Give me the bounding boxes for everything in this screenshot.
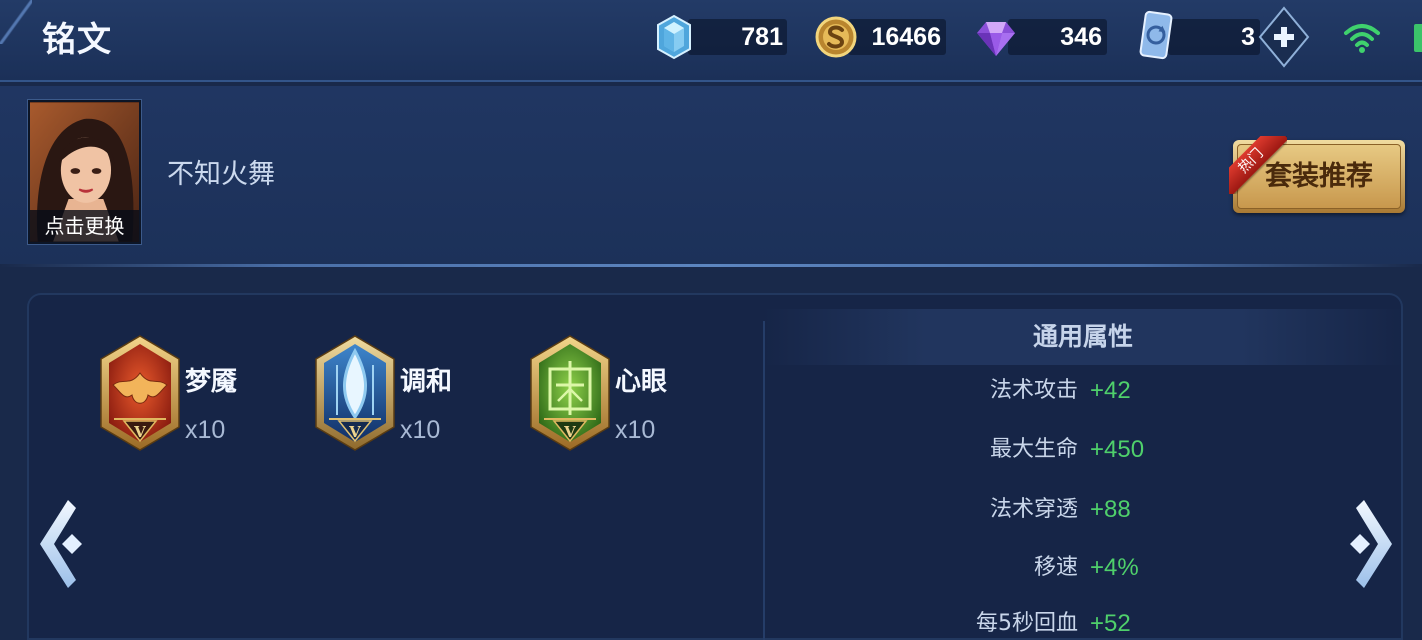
- stat-row: 法术穿透 +88: [878, 495, 1198, 525]
- stat-row: 移速 +4%: [878, 553, 1198, 583]
- section-divider: [0, 264, 1422, 267]
- hot-badge: 热门: [1229, 136, 1287, 194]
- stat-label: 法术攻击: [989, 378, 1078, 403]
- header-bevel: [0, 0, 32, 44]
- prev-page-button[interactable]: [38, 500, 84, 588]
- inscription-count: x10: [400, 416, 441, 444]
- next-page-button[interactable]: [1348, 500, 1394, 588]
- inscription-name: 心眼: [615, 367, 668, 397]
- stat-row: 每5秒回血 +52: [878, 609, 1198, 639]
- inscription-count: x10: [185, 416, 226, 444]
- diamond-icon: [974, 15, 1018, 59]
- stat-value: +42: [1090, 377, 1131, 404]
- stat-value: +4%: [1090, 554, 1139, 581]
- panel-divider: [763, 321, 765, 640]
- wifi-icon: [1343, 22, 1381, 54]
- inscription-level: V: [134, 423, 146, 441]
- card-balance: 3: [1168, 19, 1260, 55]
- crystal-icon: [656, 14, 692, 60]
- chevron-left-icon: [40, 500, 82, 588]
- inscription-item[interactable]: V 心眼 x10: [530, 335, 730, 451]
- page-title: 铭文: [42, 20, 112, 60]
- stat-row: 最大生命 +450: [878, 435, 1198, 465]
- battery-icon: [1414, 24, 1422, 52]
- stats-header: 通用属性: [763, 309, 1403, 365]
- stats-title: 通用属性: [1032, 322, 1133, 351]
- card-icon: [1137, 8, 1175, 62]
- stat-value: +88: [1090, 496, 1131, 523]
- inscription-item[interactable]: V 调和 x10: [315, 335, 515, 451]
- inscription-level: V: [564, 423, 576, 441]
- crystal-balance: 781: [688, 19, 787, 55]
- stat-value: +52: [1090, 610, 1131, 637]
- stat-label: 法术穿透: [989, 497, 1078, 522]
- gold-balance: 16466: [848, 19, 946, 55]
- stat-label: 移速: [1033, 555, 1078, 580]
- inscription-name: 梦魇: [185, 367, 238, 397]
- plus-icon: [1258, 6, 1310, 68]
- stat-label: 每5秒回血: [976, 611, 1078, 636]
- stat-label: 最大生命: [989, 437, 1078, 462]
- inscription-name: 调和: [400, 367, 453, 397]
- gold-coin-icon: [815, 15, 857, 59]
- stat-row: 法术攻击 +42: [878, 376, 1198, 406]
- inscription-panel: V 梦魇 x10 V 调和 x10 V 心眼 x10 通用属性 法术攻击 +42…: [27, 293, 1403, 640]
- chevron-right-icon: [1350, 500, 1392, 588]
- add-currency-button[interactable]: [1258, 6, 1310, 68]
- hero-name: 不知火舞: [167, 159, 275, 190]
- inscription-count: x10: [615, 416, 656, 444]
- hot-badge-label: 热门: [1229, 136, 1287, 194]
- inscription-level: V: [349, 423, 361, 441]
- hero-avatar[interactable]: 点击更换: [28, 100, 141, 244]
- inscription-item[interactable]: V 梦魇 x10: [100, 335, 300, 451]
- change-hero-label[interactable]: 点击更换: [30, 210, 139, 242]
- stat-value: +450: [1090, 436, 1145, 463]
- diamond-balance: 346: [1008, 19, 1107, 55]
